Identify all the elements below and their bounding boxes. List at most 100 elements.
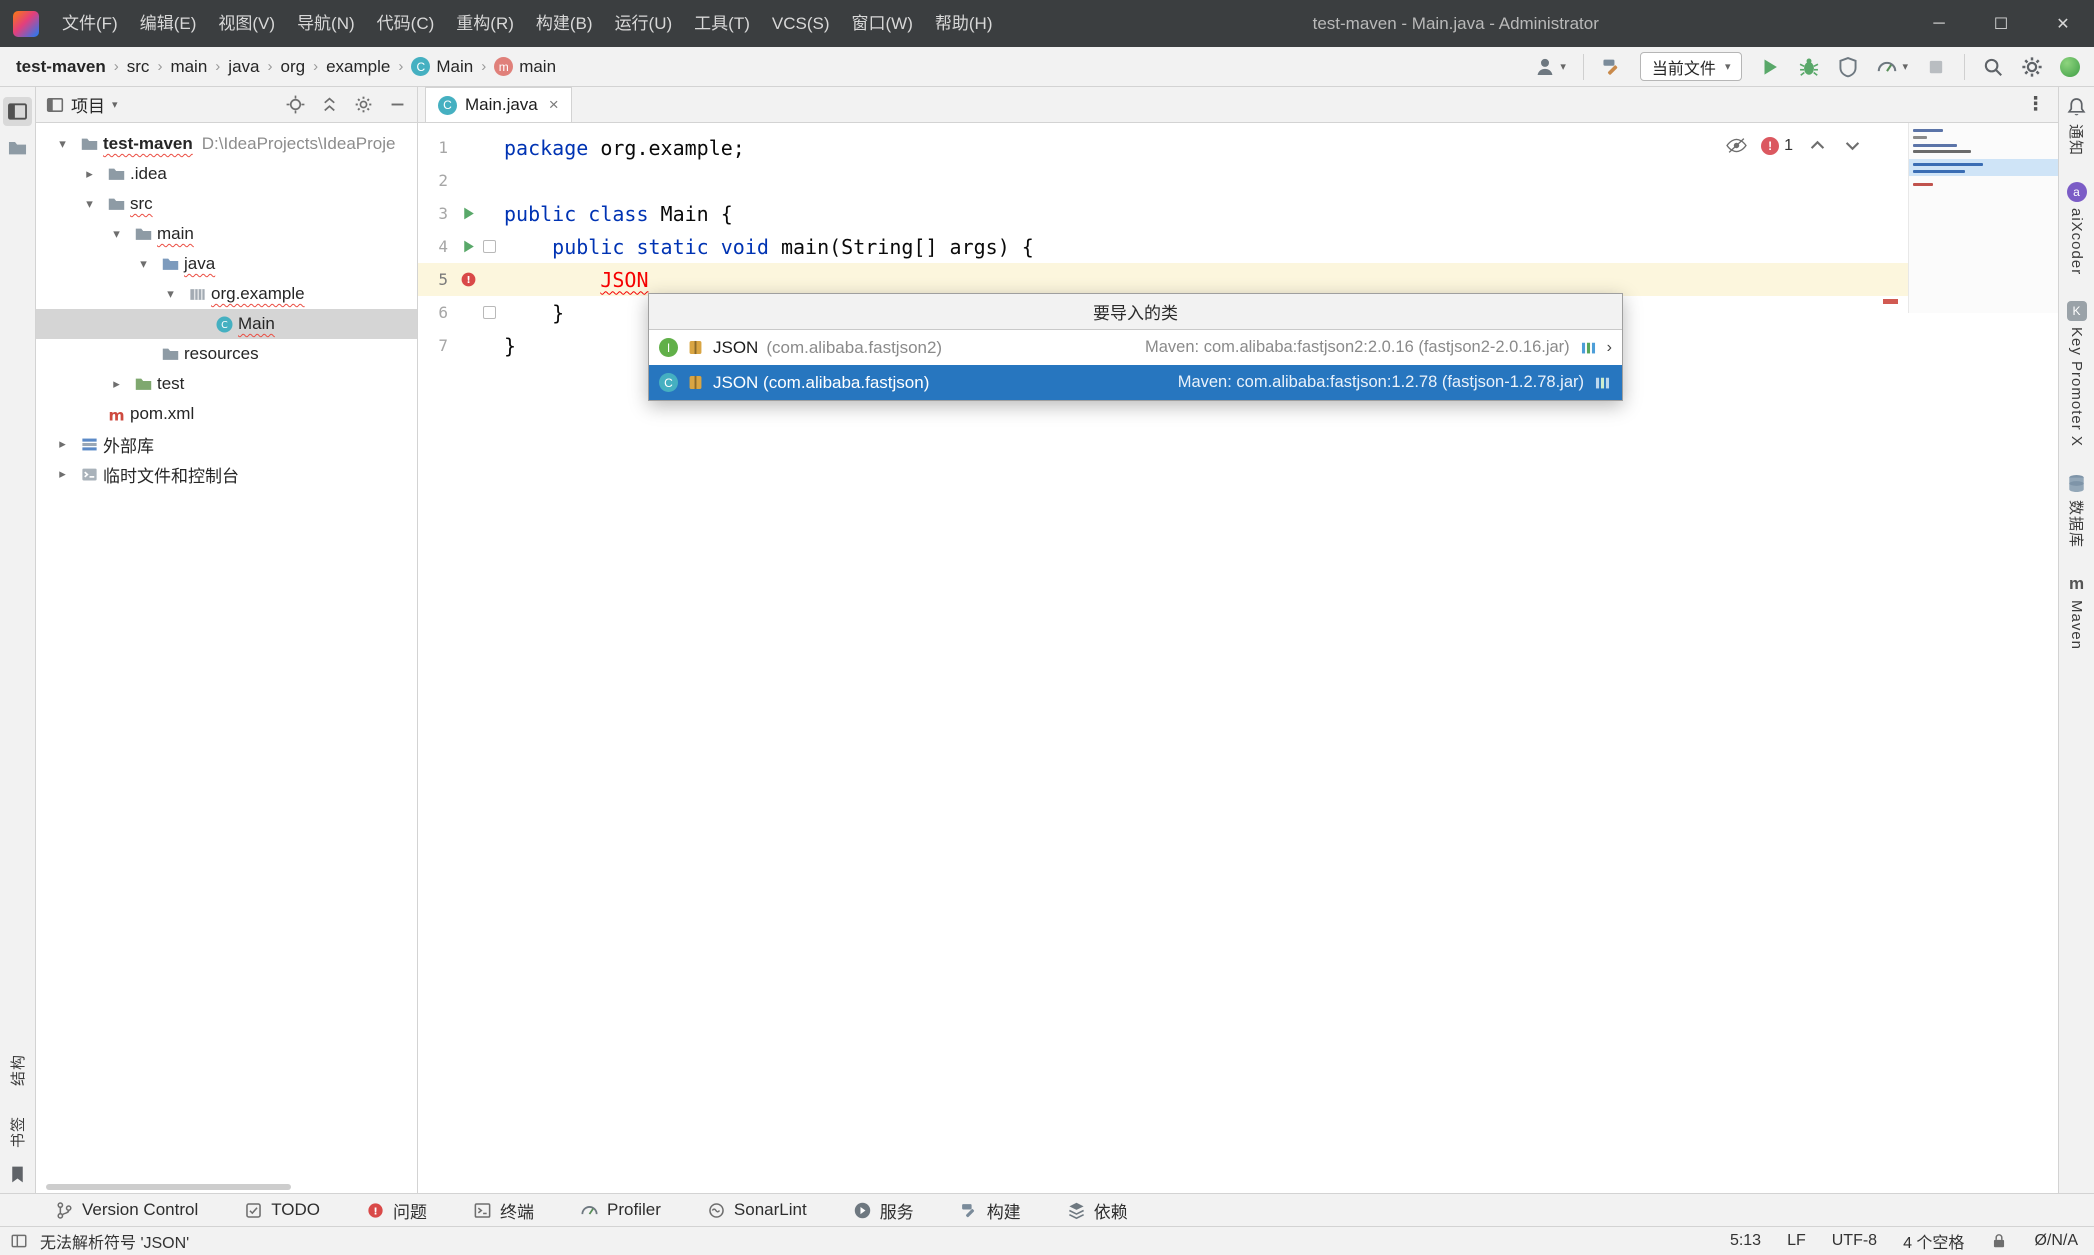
tree-item-main-class[interactable]: C Main <box>36 309 417 339</box>
tree-item-test[interactable]: ▸ test <box>36 369 417 399</box>
close-tab-icon[interactable]: × <box>549 95 559 115</box>
tool-button-key-promoter[interactable]: Key Promoter X <box>2068 327 2085 447</box>
line-separator[interactable]: LF <box>1787 1232 1806 1250</box>
analysis-widget[interactable]: Ø/N/A <box>2034 1232 2078 1250</box>
tool-button-problems[interactable]: ! 问题 <box>366 1198 427 1223</box>
search-everywhere-icon[interactable] <box>1982 56 2004 78</box>
settings-gear-icon[interactable] <box>2021 56 2043 78</box>
project-panel-title[interactable]: 项目 <box>71 92 105 117</box>
lock-icon[interactable] <box>1990 1232 2008 1250</box>
menu-code[interactable]: 代码(C) <box>366 0 446 47</box>
chevron-down-icon[interactable]: ▾ <box>157 286 184 302</box>
menu-window[interactable]: 窗口(W) <box>841 0 924 47</box>
tree-item-resources[interactable]: resources <box>36 339 417 369</box>
tool-button-profiler[interactable]: Profiler <box>580 1200 661 1220</box>
minimap[interactable] <box>1908 123 2058 313</box>
chevron-down-icon[interactable]: ▾ <box>49 136 76 152</box>
profiler-button[interactable]: ▾ <box>1876 56 1908 78</box>
tool-button-bookmarks[interactable]: 书签 <box>7 1116 28 1148</box>
menu-help[interactable]: 帮助(H) <box>924 0 1004 47</box>
tree-item-test-maven[interactable]: ▾ test-maven D:\IdeaProjects\IdeaProje <box>36 129 417 159</box>
error-gutter-icon[interactable]: ! <box>460 271 477 288</box>
tab-main-java[interactable]: C Main.java × <box>425 87 572 122</box>
code-line[interactable]: 2 <box>418 164 2058 197</box>
bookmark-icon[interactable] <box>7 1164 28 1185</box>
tree-item-main[interactable]: ▾ main <box>36 219 417 249</box>
menu-file[interactable]: 文件(F) <box>51 0 129 47</box>
code-line[interactable]: 4 public static void main(String[] args)… <box>418 230 2058 263</box>
tab-options-icon[interactable]: ⋮ <box>2013 87 2058 122</box>
tree-item-pom-xml[interactable]: m pom.xml <box>36 399 417 429</box>
menu-view[interactable]: 视图(V) <box>207 0 286 47</box>
key-promoter-icon[interactable]: K <box>2067 301 2087 321</box>
tool-button-maven[interactable]: Maven <box>2068 600 2085 650</box>
run-method-icon[interactable] <box>460 238 477 255</box>
tool-button-version-control[interactable]: Version Control <box>55 1200 198 1220</box>
tree-item-java[interactable]: ▾ java <box>36 249 417 279</box>
hide-panel-icon[interactable] <box>388 95 407 114</box>
close-button[interactable]: ✕ <box>2032 0 2094 47</box>
menu-run[interactable]: 运行(U) <box>604 0 684 47</box>
tool-button-todo[interactable]: TODO <box>244 1200 320 1220</box>
profile-menu[interactable]: ▾ <box>1534 56 1566 78</box>
tool-button-terminal[interactable]: 终端 <box>473 1198 534 1223</box>
chevron-right-icon[interactable]: ▸ <box>49 436 76 452</box>
indent-style[interactable]: 4 个空格 <box>1903 1229 1964 1253</box>
breadcrumb-method-main[interactable]: mmain <box>494 57 556 77</box>
tree-item-external-libraries[interactable]: ▸ 外部库 <box>36 429 417 459</box>
code-with-me-icon[interactable] <box>2060 57 2080 77</box>
breadcrumb-java[interactable]: java <box>228 57 259 77</box>
menu-edit[interactable]: 编辑(E) <box>129 0 208 47</box>
error-stripe-mark[interactable] <box>1883 299 1898 304</box>
next-error-icon[interactable] <box>1842 135 1863 156</box>
menu-navigate[interactable]: 导航(N) <box>286 0 366 47</box>
tool-button-structure[interactable]: 结构 <box>7 1054 28 1086</box>
run-button[interactable] <box>1759 56 1781 78</box>
database-icon[interactable] <box>2066 473 2087 494</box>
minimize-button[interactable]: ─ <box>1908 0 1970 47</box>
tool-button-project[interactable] <box>3 97 32 126</box>
fold-marker-icon[interactable] <box>483 240 496 253</box>
previous-error-icon[interactable] <box>1807 135 1828 156</box>
chevron-right-icon[interactable]: ▸ <box>103 376 130 392</box>
menu-tools[interactable]: 工具(T) <box>683 0 761 47</box>
build-hammer-icon[interactable] <box>1601 56 1623 78</box>
chevron-down-icon[interactable]: ▾ <box>103 226 130 242</box>
run-class-icon[interactable] <box>460 205 477 222</box>
breadcrumb-project[interactable]: test-maven <box>16 57 106 77</box>
stop-button[interactable] <box>1925 56 1947 78</box>
chevron-right-icon[interactable]: ▸ <box>76 166 103 182</box>
tree-item-src[interactable]: ▾ src <box>36 189 417 219</box>
import-option-fastjson-selected[interactable]: C JSON (com.alibaba.fastjson) Maven: com… <box>649 365 1622 400</box>
tree-item-scratches[interactable]: ▸ 临时文件和控制台 <box>36 459 417 489</box>
tree-item-org-example[interactable]: ▾ org.example <box>36 279 417 309</box>
file-encoding[interactable]: UTF-8 <box>1832 1232 1877 1250</box>
submenu-arrow-icon[interactable]: › <box>1607 339 1612 357</box>
aixcoder-icon[interactable]: a <box>2067 182 2087 202</box>
notifications-bell-icon[interactable] <box>2066 97 2087 118</box>
tool-button-dependencies[interactable]: 依赖 <box>1067 1198 1128 1223</box>
breadcrumb-main-dir[interactable]: main <box>170 57 207 77</box>
error-count-badge[interactable]: ! 1 <box>1761 137 1793 155</box>
code-line[interactable]: 3 public class Main { <box>418 197 2058 230</box>
maximize-button[interactable]: ☐ <box>1970 0 2032 47</box>
menu-refactor[interactable]: 重构(R) <box>445 0 525 47</box>
panel-settings-icon[interactable] <box>354 95 373 114</box>
collapse-all-icon[interactable] <box>320 95 339 114</box>
tool-button-notifications[interactable]: 通知 <box>2066 124 2087 156</box>
debug-button[interactable] <box>1798 56 1820 78</box>
caret-position[interactable]: 5:13 <box>1730 1232 1761 1250</box>
chevron-down-icon[interactable]: ▾ <box>76 196 103 212</box>
fold-marker-icon[interactable] <box>483 306 496 319</box>
tree-item-idea[interactable]: ▸ .idea <box>36 159 417 189</box>
menu-vcs[interactable]: VCS(S) <box>761 0 841 47</box>
tool-button-aixcoder[interactable]: aiXcoder <box>2068 208 2085 275</box>
breadcrumb-src[interactable]: src <box>127 57 150 77</box>
menu-build[interactable]: 构建(B) <box>525 0 604 47</box>
code-line-current[interactable]: 5 ! JSON <box>418 263 2058 296</box>
breadcrumb-example[interactable]: example <box>326 57 390 77</box>
breadcrumb-org[interactable]: org <box>280 57 305 77</box>
tool-button-build[interactable]: 构建 <box>960 1198 1021 1223</box>
editor-body[interactable]: 1 package org.example; 2 3 public class … <box>418 123 2058 1193</box>
chevron-right-icon[interactable]: ▸ <box>49 466 76 482</box>
